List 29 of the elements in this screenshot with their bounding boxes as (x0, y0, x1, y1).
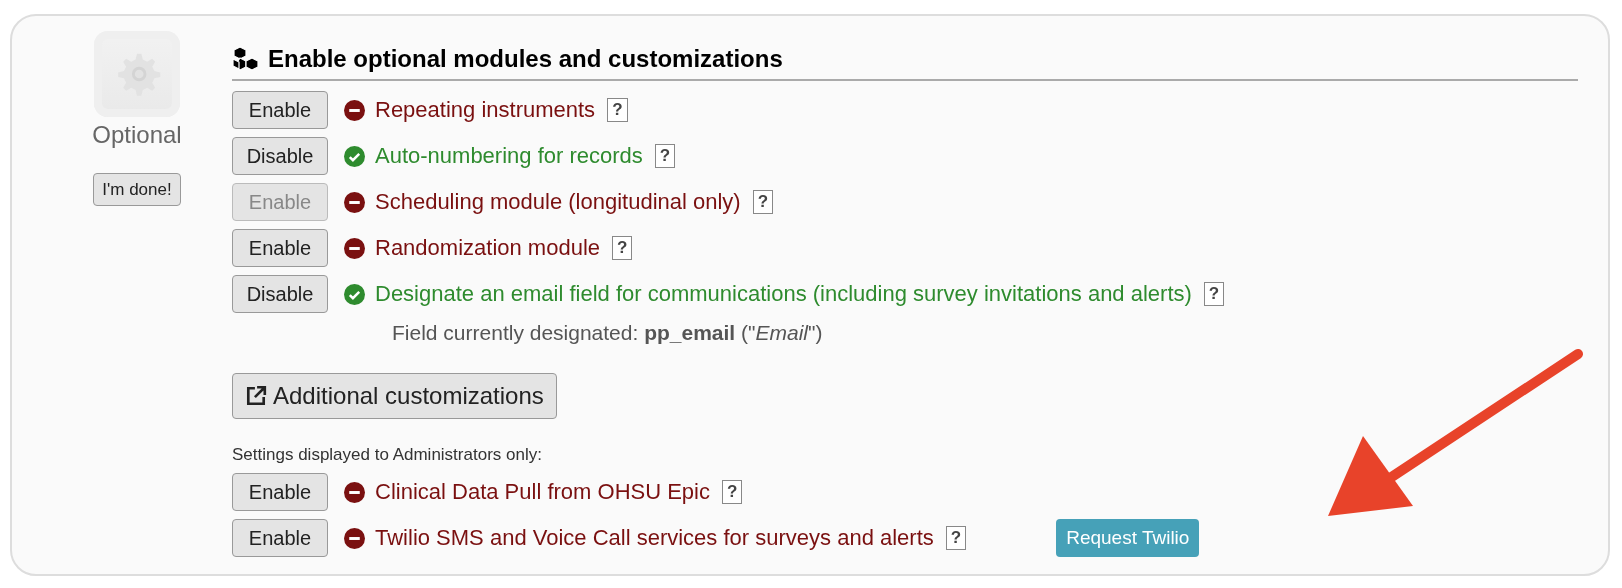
help-button[interactable]: ? (607, 98, 628, 122)
toggle-button[interactable]: Enable (232, 519, 328, 557)
toggle-button[interactable]: Enable (232, 91, 328, 129)
module-label: Twilio SMS and Voice Call services for surveys and alerts (375, 525, 934, 551)
help-button[interactable]: ? (722, 480, 743, 504)
toggle-button[interactable]: Enable (232, 473, 328, 511)
external-link-icon (245, 385, 267, 407)
gear-icon (94, 31, 180, 117)
module-label: Repeating instruments (375, 97, 596, 123)
module-label: Randomization module (375, 235, 601, 261)
help-button[interactable]: ? (752, 190, 774, 214)
customizations-button[interactable]: Additional customizations (232, 373, 557, 419)
optional-label: Optional (92, 121, 182, 149)
help-button[interactable]: ? (654, 144, 676, 168)
module-label: Scheduling module (longitudinal only) (375, 189, 741, 215)
help-button[interactable]: ? (612, 236, 633, 260)
module-label: Auto-numbering for records (375, 143, 643, 169)
toggle-button[interactable]: Enable (232, 229, 328, 267)
help-button[interactable]: ? (945, 526, 967, 550)
toggle-button[interactable]: Disable (232, 137, 328, 175)
module-label: Clinical Data Pull from OHSU Epic (375, 479, 710, 505)
toggle-button[interactable]: Disable (232, 275, 328, 313)
module-label: Designate an email field for communications (including survey invitations and alerts) (375, 281, 1192, 307)
cubes-icon (232, 46, 260, 72)
designated-field-note: Field currently designated: pp_email ("Email") (392, 321, 824, 345)
help-button[interactable]: ? (1203, 282, 1225, 306)
admin-heading: Settings displayed to Administrators only: (232, 445, 543, 465)
done-button[interactable]: I'm done! (93, 173, 181, 206)
section-title: Enable optional modules and customizations (268, 45, 783, 73)
